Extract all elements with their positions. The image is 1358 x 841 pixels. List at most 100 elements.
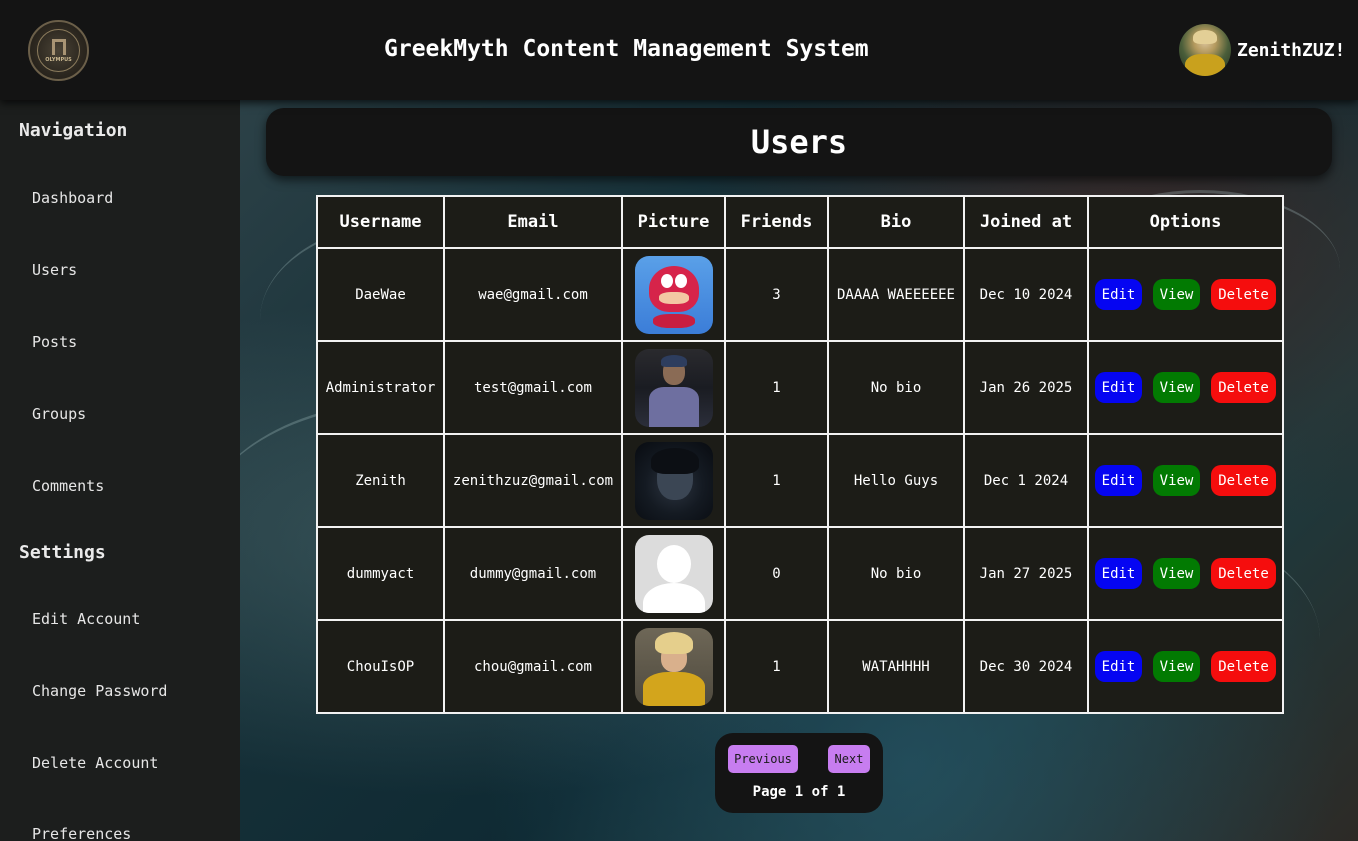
default-avatar-body xyxy=(642,582,705,613)
cell-username: DaeWae xyxy=(316,247,445,342)
sidebar-item-edit-account[interactable]: Edit Account xyxy=(32,610,140,628)
next-page-button[interactable]: Next xyxy=(828,745,870,773)
cell-picture xyxy=(621,340,726,435)
cell-friends: 0 xyxy=(724,526,829,621)
avatar[interactable] xyxy=(1179,24,1231,76)
cell-picture xyxy=(621,526,726,621)
sidebar-item-users[interactable]: Users xyxy=(32,261,77,279)
table-row: ChouIsOP chou@gmail.com 1 WATAHHHH Dec 3… xyxy=(316,619,1284,714)
pillar-icon xyxy=(51,38,66,55)
cell-joined: Jan 27 2025 xyxy=(963,526,1089,621)
picture-figure xyxy=(648,265,699,312)
logo-text: OLYMPUS xyxy=(45,56,72,63)
cell-options: Edit View Delete xyxy=(1087,619,1284,714)
picture-hair xyxy=(654,631,693,654)
cell-joined: Dec 30 2024 xyxy=(963,619,1089,714)
sidebar-item-preferences[interactable]: Preferences xyxy=(32,825,131,841)
page-title: Users xyxy=(750,123,848,161)
column-header-friends: Friends xyxy=(724,195,829,249)
picture-body xyxy=(642,671,705,706)
sidebar-item-dashboard[interactable]: Dashboard xyxy=(32,189,113,207)
cell-email: test@gmail.com xyxy=(443,340,623,435)
view-button[interactable]: View xyxy=(1153,372,1200,403)
column-header-joined: Joined at xyxy=(963,195,1089,249)
cell-username: ChouIsOP xyxy=(316,619,445,714)
edit-button[interactable]: Edit xyxy=(1095,279,1142,310)
edit-button[interactable]: Edit xyxy=(1095,372,1142,403)
cell-bio: No bio xyxy=(827,340,965,435)
user-picture xyxy=(634,441,713,520)
cell-bio: DAAAA WAEEEEEE xyxy=(827,247,965,342)
table-header-row: Username Email Picture Friends Bio Joine… xyxy=(316,195,1284,249)
delete-button[interactable]: Delete xyxy=(1211,279,1276,310)
sidebar-item-groups[interactable]: Groups xyxy=(32,405,86,423)
delete-button[interactable]: Delete xyxy=(1211,465,1276,496)
sidebar-item-posts[interactable]: Posts xyxy=(32,333,77,351)
delete-button[interactable]: Delete xyxy=(1211,651,1276,682)
cell-bio: No bio xyxy=(827,526,965,621)
pagination: Previous Next Page 1 of 1 xyxy=(715,733,883,813)
table-row: Administrator test@gmail.com 1 No bio Ja… xyxy=(316,340,1284,435)
sidebar-item-delete-account[interactable]: Delete Account xyxy=(32,754,158,772)
cell-options: Edit View Delete xyxy=(1087,340,1284,435)
users-table: Username Email Picture Friends Bio Joine… xyxy=(316,195,1284,714)
cell-friends: 1 xyxy=(724,619,829,714)
column-header-email: Email xyxy=(443,195,623,249)
page-title-bar: Users xyxy=(266,108,1332,176)
user-profile[interactable]: ZenithZUZ! xyxy=(1179,24,1345,76)
picture-hair xyxy=(660,354,687,367)
previous-page-button[interactable]: Previous xyxy=(728,745,798,773)
table-row: DaeWae wae@gmail.com 3 DAAAA WAEEEEEE De… xyxy=(316,247,1284,342)
cell-email: wae@gmail.com xyxy=(443,247,623,342)
cell-username: Administrator xyxy=(316,340,445,435)
view-button[interactable]: View xyxy=(1153,651,1200,682)
avatar-body xyxy=(1185,54,1225,76)
picture-eye xyxy=(674,273,687,288)
page-indicator: Page 1 of 1 xyxy=(752,784,846,800)
cell-bio: WATAHHHH xyxy=(827,619,965,714)
edit-button[interactable]: Edit xyxy=(1095,465,1142,496)
column-header-picture: Picture xyxy=(621,195,726,249)
olympus-logo[interactable]: OLYMPUS xyxy=(28,20,89,81)
picture-eye xyxy=(660,273,673,288)
sidebar-item-comments[interactable]: Comments xyxy=(32,477,104,495)
cell-options: Edit View Delete xyxy=(1087,247,1284,342)
delete-button[interactable]: Delete xyxy=(1211,558,1276,589)
view-button[interactable]: View xyxy=(1153,558,1200,589)
cell-email: dummy@gmail.com xyxy=(443,526,623,621)
view-button[interactable]: View xyxy=(1153,279,1200,310)
top-header: OLYMPUS GreekMyth Content Management Sys… xyxy=(0,0,1358,100)
settings-heading: Settings xyxy=(19,542,106,563)
view-button[interactable]: View xyxy=(1153,465,1200,496)
site-title: GreekMyth Content Management System xyxy=(384,36,869,62)
cell-bio: Hello Guys xyxy=(827,433,965,528)
avatar-hair xyxy=(1193,30,1217,44)
cell-joined: Dec 1 2024 xyxy=(963,433,1089,528)
cell-email: chou@gmail.com xyxy=(443,619,623,714)
cell-options: Edit View Delete xyxy=(1087,526,1284,621)
cell-options: Edit View Delete xyxy=(1087,433,1284,528)
table-row: dummyact dummy@gmail.com 0 No bio Jan 27… xyxy=(316,526,1284,621)
column-header-options: Options xyxy=(1087,195,1284,249)
cell-friends: 3 xyxy=(724,247,829,342)
cell-username: Zenith xyxy=(316,433,445,528)
cell-joined: Dec 10 2024 xyxy=(963,247,1089,342)
picture-mouth xyxy=(658,291,689,304)
edit-button[interactable]: Edit xyxy=(1095,558,1142,589)
username-label: ZenithZUZ! xyxy=(1237,39,1346,61)
delete-button[interactable]: Delete xyxy=(1211,372,1276,403)
cell-friends: 1 xyxy=(724,340,829,435)
column-header-username: Username xyxy=(316,195,445,249)
sidebar: Navigation Dashboard Users Posts Groups … xyxy=(0,100,240,841)
cell-picture xyxy=(621,433,726,528)
picture-body xyxy=(648,386,699,427)
cell-email: zenithzuz@gmail.com xyxy=(443,433,623,528)
cell-joined: Jan 26 2025 xyxy=(963,340,1089,435)
edit-button[interactable]: Edit xyxy=(1095,651,1142,682)
nav-heading: Navigation xyxy=(19,120,128,141)
cell-picture xyxy=(621,247,726,342)
sidebar-item-change-password[interactable]: Change Password xyxy=(32,682,167,700)
default-avatar-head xyxy=(656,544,691,583)
picture-feet xyxy=(652,313,695,328)
cell-picture xyxy=(621,619,726,714)
